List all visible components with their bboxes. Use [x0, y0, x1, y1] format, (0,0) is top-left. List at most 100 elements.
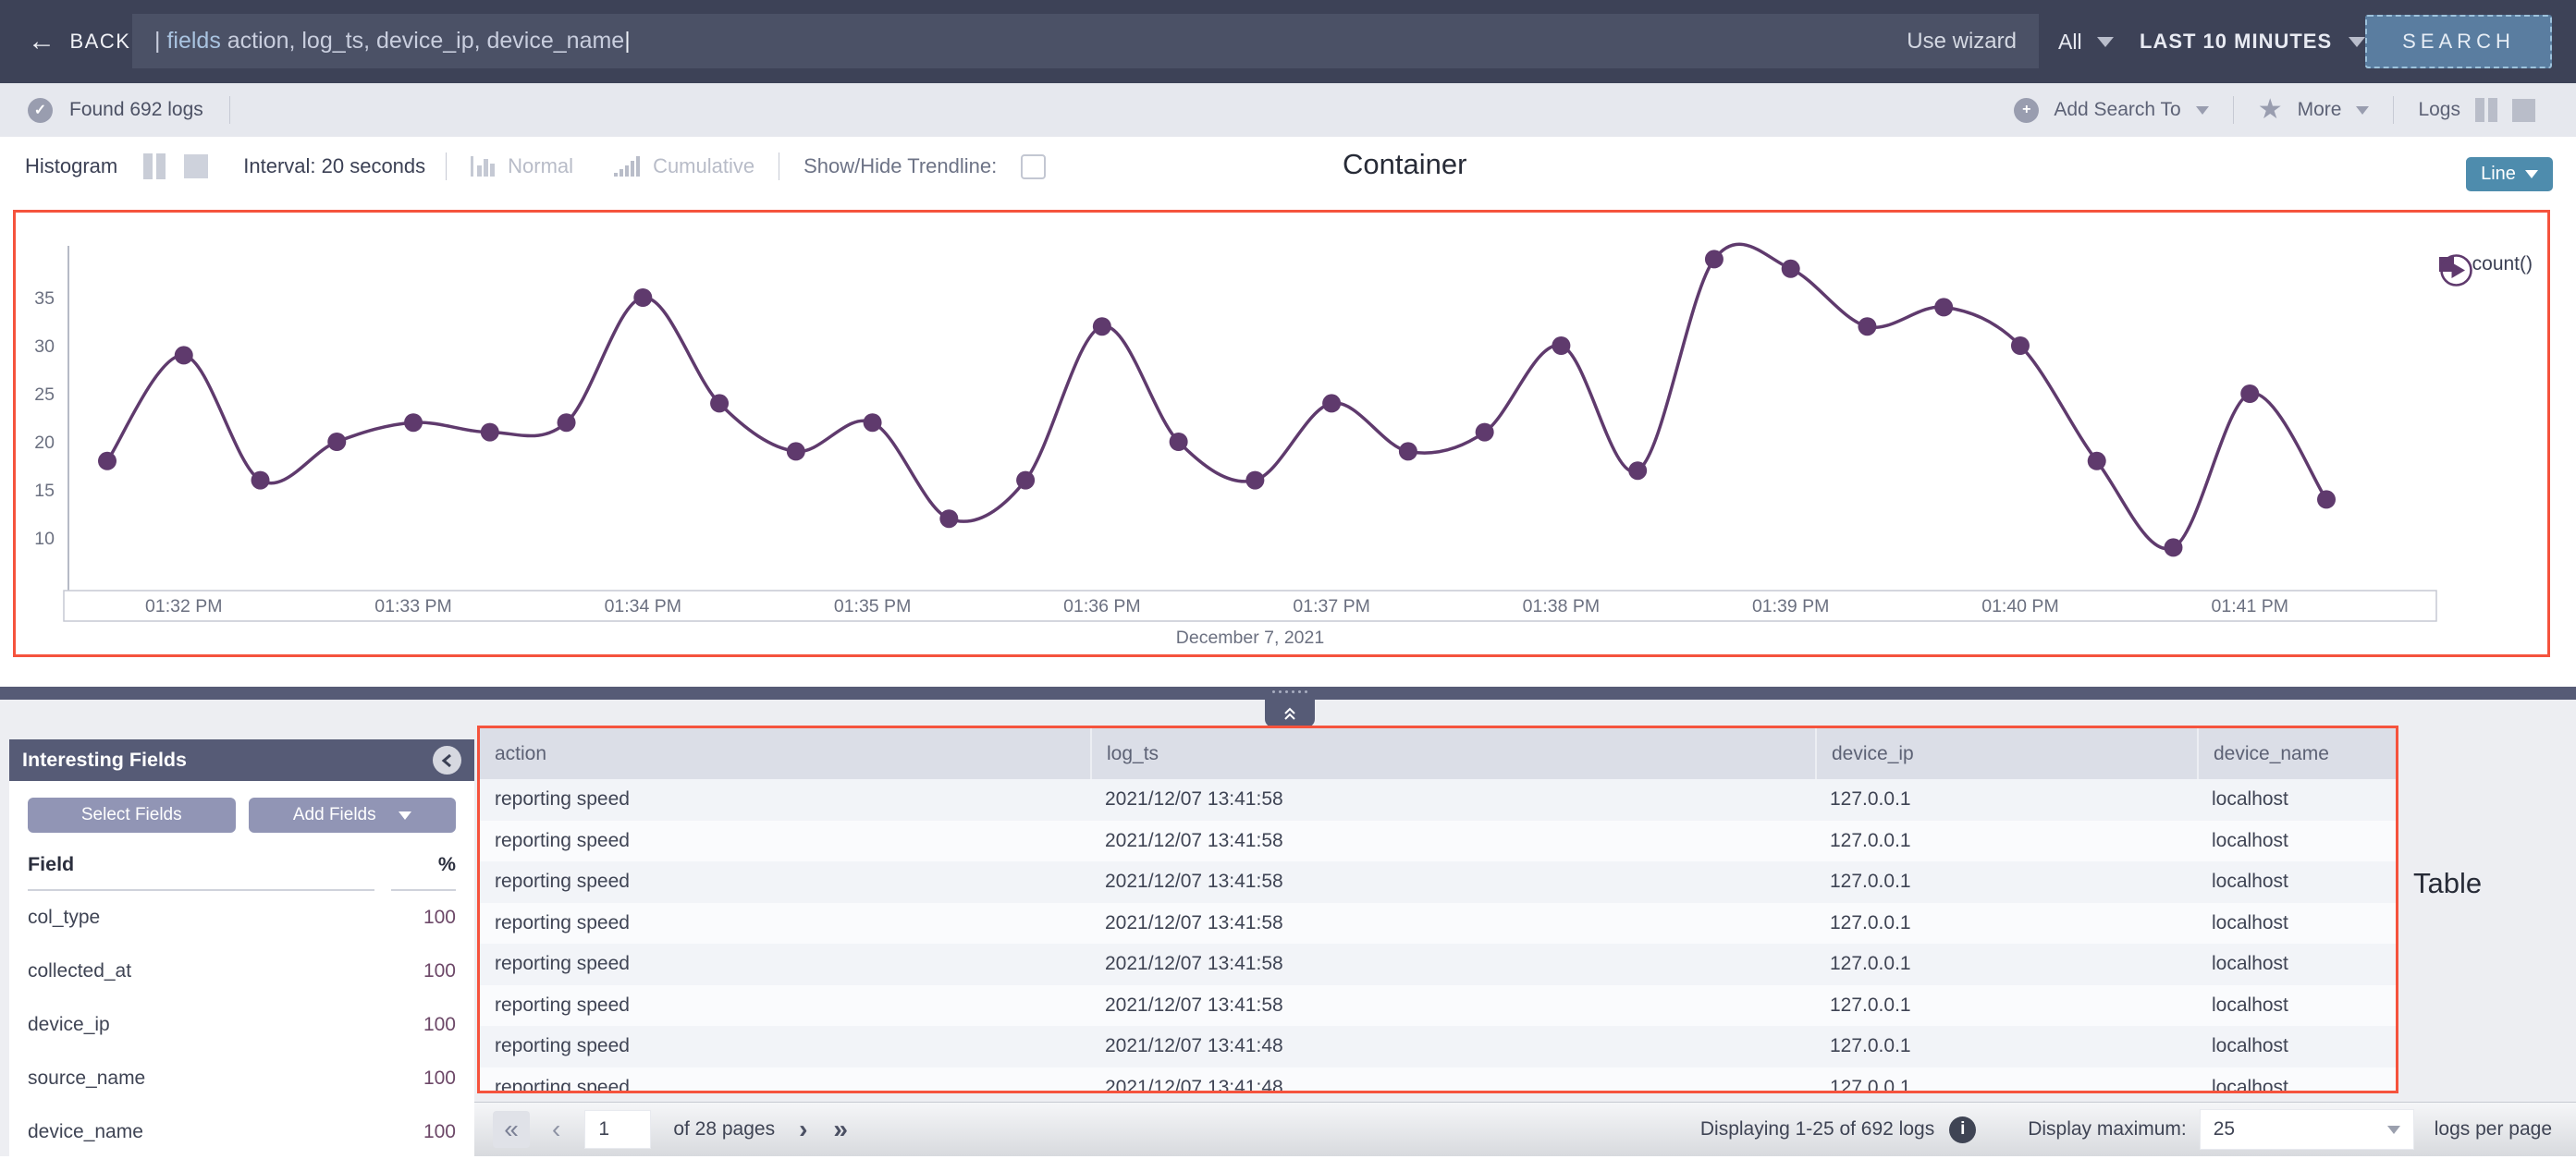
table-row[interactable]: reporting speed2021/12/07 13:41:48127.0.…: [480, 1026, 2396, 1068]
query-text: | fields action, log_ts, device_ip, devi…: [154, 28, 631, 55]
table-cell: 127.0.0.1: [1815, 953, 2197, 975]
field-percent: 100: [391, 1121, 456, 1143]
first-page-button[interactable]: «: [493, 1111, 530, 1148]
full-view-icon[interactable]: [184, 154, 208, 178]
svg-text:December 7, 2021: December 7, 2021: [1176, 628, 1324, 648]
table-cell: 127.0.0.1: [1815, 1035, 2197, 1057]
trendline-checkbox[interactable]: [1021, 154, 1046, 179]
normal-mode-button[interactable]: Normal: [508, 154, 573, 178]
svg-text:01:37 PM: 01:37 PM: [1293, 596, 1369, 616]
field-name: device_name: [28, 1121, 391, 1143]
play-icon[interactable]: [2439, 253, 2473, 287]
table-cell: 2021/12/07 13:41:58: [1090, 830, 1815, 852]
column-header-device-name[interactable]: device_name: [2197, 728, 2396, 779]
display-maximum-value: 25: [2214, 1118, 2387, 1141]
svg-text:30: 30: [34, 336, 55, 357]
table-row[interactable]: reporting speed2021/12/07 13:41:58127.0.…: [480, 861, 2396, 903]
more-menu[interactable]: More: [2298, 99, 2342, 121]
table-cell: 127.0.0.1: [1815, 788, 2197, 811]
split-view-icon[interactable]: [143, 153, 166, 179]
displaying-text: Displaying 1-25 of 692 logs: [1700, 1118, 1934, 1141]
table-row[interactable]: reporting speed2021/12/07 13:41:58127.0.…: [480, 944, 2396, 985]
container-annotation: Container: [1343, 148, 1466, 181]
full-view-icon[interactable]: [2512, 99, 2535, 122]
last-page-button[interactable]: »: [833, 1115, 848, 1144]
svg-text:20: 20: [34, 433, 55, 453]
svg-text:01:39 PM: 01:39 PM: [1752, 596, 1829, 616]
interesting-fields-panel: Interesting Fields Select Fields Add Fie…: [9, 739, 474, 1156]
back-button[interactable]: ← BACK: [28, 0, 130, 83]
star-icon: ★: [2258, 96, 2283, 124]
table-cell: 127.0.0.1: [1815, 871, 2197, 893]
previous-page-button[interactable]: ‹: [552, 1115, 560, 1144]
chevron-left-icon: [439, 752, 456, 769]
column-header-log-ts[interactable]: log_ts: [1090, 728, 1815, 779]
cumulative-bars-icon: [612, 152, 645, 180]
table-cell: 2021/12/07 13:41:58: [1090, 912, 1815, 934]
svg-text:01:41 PM: 01:41 PM: [2212, 596, 2288, 616]
chart-type-dropdown[interactable]: Line: [2466, 157, 2553, 191]
field-percent: 100: [391, 1068, 456, 1090]
line-chart[interactable]: 10152025303501:32 PM01:33 PM01:34 PM01:3…: [16, 213, 2547, 654]
field-row[interactable]: device_name100: [28, 1105, 456, 1159]
next-page-button[interactable]: ›: [799, 1115, 807, 1144]
time-range-value: LAST 10 MINUTES: [2140, 30, 2332, 54]
split-view-icon[interactable]: [2475, 98, 2497, 122]
scope-dropdown[interactable]: All: [2058, 0, 2114, 83]
field-percent: 100: [391, 1014, 456, 1036]
chevron-down-icon: [2097, 37, 2114, 47]
query-keyword: fields: [166, 28, 220, 54]
divider: [2233, 96, 2234, 124]
table-cell: 127.0.0.1: [1815, 994, 2197, 1017]
table-cell: 2021/12/07 13:41:58: [1090, 788, 1815, 811]
field-percent: 100: [391, 960, 456, 982]
cumulative-mode-button[interactable]: Cumulative: [653, 154, 754, 178]
check-circle-icon: ✓: [28, 98, 53, 123]
svg-text:01:40 PM: 01:40 PM: [1981, 596, 2058, 616]
text-cursor: |: [624, 28, 631, 54]
table-row[interactable]: reporting speed2021/12/07 13:41:48127.0.…: [480, 1068, 2396, 1094]
field-row[interactable]: col_type100: [28, 891, 456, 945]
normal-bars-icon: [469, 152, 500, 180]
search-query-input[interactable]: | fields action, log_ts, device_ip, devi…: [132, 14, 2039, 68]
table-row[interactable]: reporting speed2021/12/07 13:41:58127.0.…: [480, 985, 2396, 1027]
table-cell: reporting speed: [480, 788, 1090, 811]
split-divider[interactable]: [0, 687, 2576, 700]
logs-per-page-label: logs per page: [2435, 1118, 2552, 1141]
collapse-histogram-tab[interactable]: [1265, 700, 1315, 727]
add-fields-dropdown[interactable]: Add Fields: [249, 798, 457, 833]
column-header-action[interactable]: action: [480, 728, 1090, 779]
display-maximum-select[interactable]: 25: [2200, 1109, 2414, 1150]
field-row[interactable]: device_ip100: [28, 998, 456, 1052]
page-number-input[interactable]: 1: [584, 1110, 651, 1149]
table-row[interactable]: reporting speed2021/12/07 13:41:58127.0.…: [480, 779, 2396, 821]
logs-table-header: action log_ts device_ip device_name: [480, 728, 2396, 779]
fields-panel-header: Interesting Fields: [9, 739, 474, 781]
table-row[interactable]: reporting speed2021/12/07 13:41:58127.0.…: [480, 903, 2396, 945]
chevron-down-icon: [2525, 170, 2538, 178]
divider: [229, 96, 230, 124]
legend-series-label: count(): [2472, 253, 2533, 275]
time-range-dropdown[interactable]: LAST 10 MINUTES: [2140, 0, 2365, 83]
table-cell: 2021/12/07 13:41:58: [1090, 871, 1815, 893]
use-wizard-link[interactable]: Use wizard: [1907, 29, 2017, 55]
info-icon[interactable]: i: [1949, 1116, 1976, 1143]
column-header-device-ip[interactable]: device_ip: [1815, 728, 2197, 779]
table-row[interactable]: reporting speed2021/12/07 13:41:58127.0.…: [480, 821, 2396, 862]
chevron-down-icon: [2387, 1126, 2400, 1134]
svg-text:10: 10: [34, 529, 55, 549]
svg-text:35: 35: [34, 288, 55, 309]
field-row[interactable]: collected_at100: [28, 945, 456, 998]
table-cell: 2021/12/07 13:41:58: [1090, 953, 1815, 975]
search-button[interactable]: SEARCH: [2365, 15, 2552, 68]
collapse-panel-button[interactable]: [433, 746, 461, 775]
add-search-to-menu[interactable]: Add Search To: [2054, 99, 2180, 121]
select-fields-button[interactable]: Select Fields: [28, 798, 236, 833]
svg-text:01:35 PM: 01:35 PM: [834, 596, 911, 616]
svg-text:01:32 PM: 01:32 PM: [145, 596, 222, 616]
table-cell: reporting speed: [480, 1035, 1090, 1057]
field-row[interactable]: source_name100: [28, 1052, 456, 1105]
field-name: col_type: [28, 907, 391, 929]
table-cell: localhost: [2197, 830, 2396, 852]
table-cell: 127.0.0.1: [1815, 1077, 2197, 1093]
